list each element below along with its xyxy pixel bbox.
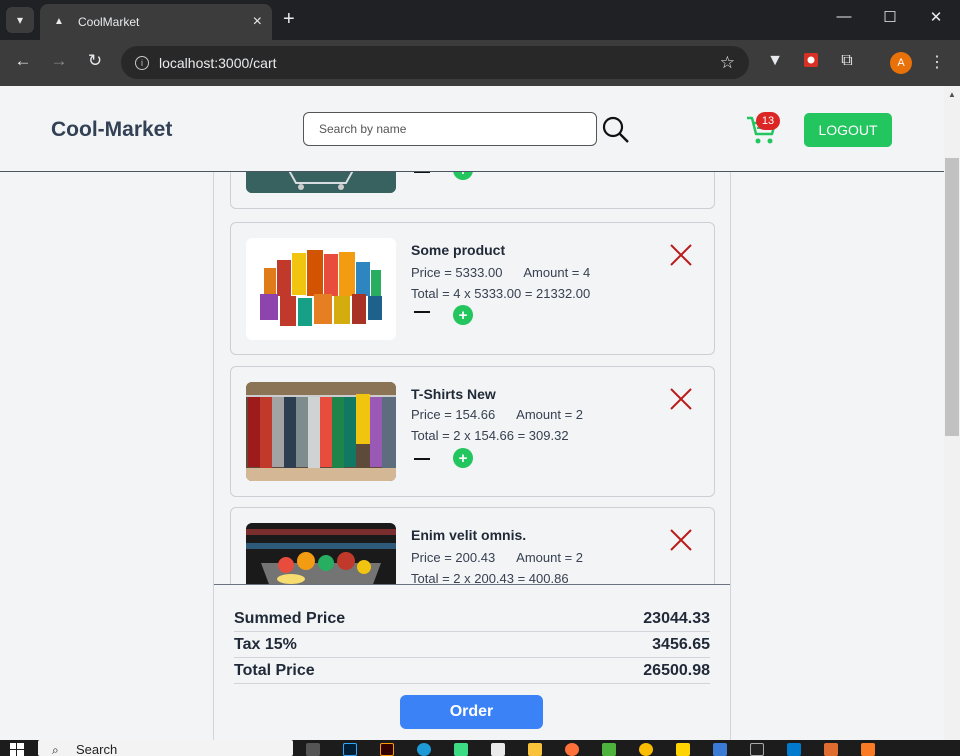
total-price-row: Total Price 26500.98 [234,658,710,684]
taskbar-search-box[interactable]: Search [38,740,293,756]
decrease-amount-button[interactable] [414,311,430,313]
product-price-amount: Price = 200.43 Amount = 2 [411,550,583,565]
taskbar-search-icon: ⌕ [52,743,59,756]
android-studio-icon[interactable] [454,743,468,756]
vpn-extension-icon[interactable]: ▼ [764,52,786,70]
remove-item-icon[interactable] [669,528,693,552]
browser-toolbar: ← → ↻ i localhost:3000/cart ☆ ▼ ⧉ A ⋮ [0,40,960,86]
product-name: Enim velit omnis. [411,527,527,543]
product-total: Total = 2 x 154.66 = 309.32 [411,428,569,443]
vscode-icon[interactable] [787,743,801,756]
total-price-value: 26500.98 [643,661,710,679]
browser-menu-icon[interactable]: ⋮ [926,52,948,72]
profile-avatar[interactable]: A [890,52,912,74]
terminal-icon[interactable] [750,743,764,756]
summed-price-row: Summed Price 23044.33 [234,606,710,632]
edge-icon[interactable] [417,743,431,756]
sublime-icon[interactable] [824,743,838,756]
search-icon[interactable] [602,116,630,144]
brand-logo[interactable]: Cool-Market [51,118,172,142]
browser-tab-strip: ▾ ▲ CoolMarket × + — ☐ ✕ [0,0,960,40]
bookmark-star-icon[interactable]: ☆ [720,53,735,73]
windows-start-icon[interactable] [10,743,24,756]
close-window-icon[interactable]: ✕ [926,8,946,26]
cart-item-card: Some product Price = 5333.00 Amount = 4 … [230,222,715,355]
cart-panel: + [213,86,731,740]
extension-icon[interactable] [800,52,822,73]
product-name: Some product [411,242,506,258]
tax-label: Tax 15% [234,635,297,653]
extensions-puzzle-icon[interactable]: ⧉ [836,52,858,70]
product-image [246,238,396,340]
decrease-amount-button[interactable] [414,458,430,460]
cart-item-card: T-Shirts New Price = 154.66 Amount = 2 T… [230,366,715,497]
taskbar-search-label: Search [76,742,118,756]
forward-icon[interactable]: → [48,51,70,71]
increase-amount-button[interactable]: + [453,448,473,468]
os-taskbar: Search ⌕ [0,740,960,756]
mongodb-icon[interactable] [602,743,616,756]
order-summary: Summed Price 23044.33 Tax 15% 3456.65 To… [214,584,730,740]
order-button[interactable]: Order [400,695,543,729]
browser-tab[interactable]: ▲ CoolMarket × [40,4,272,40]
address-bar[interactable]: i localhost:3000/cart ☆ [121,46,749,79]
tab-search-dropdown-icon[interactable]: ▾ [6,7,34,33]
tax-row: Tax 15% 3456.65 [234,632,710,658]
minimize-window-icon[interactable]: — [834,8,854,25]
product-image [246,382,396,481]
logout-button[interactable]: LOGOUT [804,113,892,147]
tab-close-icon[interactable]: × [253,13,262,31]
site-info-icon[interactable]: i [135,55,149,70]
total-price-label: Total Price [234,661,315,679]
cart-count-badge: 13 [756,112,780,130]
maximize-window-icon[interactable]: ☐ [880,8,900,26]
store-icon[interactable] [491,743,505,756]
remove-item-icon[interactable] [669,243,693,267]
scroll-up-icon[interactable]: ▲ [948,90,956,99]
xampp-icon[interactable] [861,743,875,756]
remove-item-icon[interactable] [669,387,693,411]
tax-value: 3456.65 [652,635,710,653]
task-view-icon[interactable] [306,743,320,756]
product-total: Total = 4 x 5333.00 = 21332.00 [411,286,591,301]
product-price-amount: Price = 154.66 Amount = 2 [411,407,583,422]
keyboard-app-icon[interactable] [713,743,727,756]
url-text[interactable]: localhost:3000/cart [159,55,720,71]
chrome-icon[interactable] [639,743,653,756]
tab-title: CoolMarket [78,15,140,29]
firefox-icon[interactable] [565,743,579,756]
page-viewport: + [0,86,944,740]
summed-price-label: Summed Price [234,609,346,627]
file-explorer-icon[interactable] [528,743,542,756]
summed-price-value: 23044.33 [643,609,710,627]
page-scrollbar[interactable]: ▲ [944,86,960,740]
app-header: Cool-Market 13 LOGOUT [0,86,944,172]
scrollbar-thumb[interactable] [945,158,959,436]
site-favicon-icon: ▲ [54,16,64,27]
increase-amount-button[interactable]: + [453,305,473,325]
product-name: T-Shirts New [411,386,496,402]
new-tab-icon[interactable]: + [283,8,295,30]
search-input[interactable] [303,112,597,146]
reload-icon[interactable]: ↻ [84,51,106,71]
illustrator-icon[interactable] [380,743,394,756]
product-price-amount: Price = 5333.00 Amount = 4 [411,265,591,280]
photoshop-icon[interactable] [343,743,357,756]
back-icon[interactable]: ← [12,51,34,71]
sticky-app-icon[interactable] [676,743,690,756]
